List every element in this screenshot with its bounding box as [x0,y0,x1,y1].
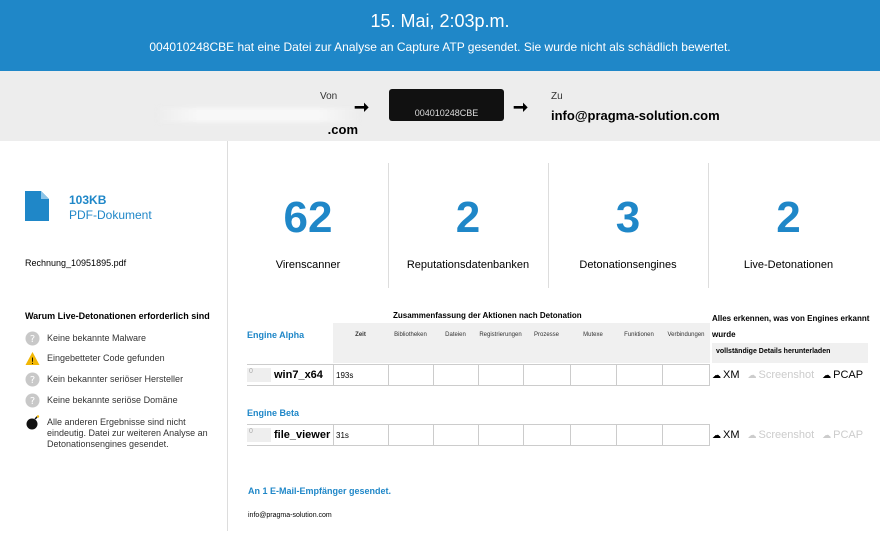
file-type: PDF-Dokument [69,208,152,222]
col-zeit: Zeit [355,332,366,338]
col-funktionen: Funktionen [624,332,654,338]
table-cell [478,365,523,385]
col-registrierungen: Registrierungen [479,332,522,338]
recipient-address: info@pragma-solution.com [248,512,332,519]
table-cell [616,365,662,385]
summary-title: Zusammenfassung der Aktionen nach Detona… [393,311,582,320]
download-xm-link[interactable]: ☁ XM [712,429,740,441]
table-cell [570,365,616,385]
cloud-download-icon: ☁ [712,370,721,380]
engine-time: 31s [333,425,388,445]
cloud-download-icon: ☁ [747,370,757,380]
question-icon: ? [25,393,40,408]
engine-time: 193s [333,365,388,385]
engine-alpha-title: Engine Alpha [247,330,305,340]
svg-text:?: ? [30,375,35,386]
summary-columns-header: Zeit Bibliotheken Dateien Registrierunge… [333,323,710,363]
download-screenshot-link[interactable]: ☁ Screenshot [748,429,815,441]
download-xm-link[interactable]: ☁ XM [712,369,740,381]
table-cell [570,425,616,445]
table-cell [662,365,710,385]
event-date: 15. Mai, 2:03p.m. [370,11,510,31]
warning-icon: ! [25,352,40,366]
reason-item: ? Keine bekannte Malware [25,331,215,346]
download-links-beta: ☁ XM ☁ Screenshot ☁ PCAP [712,429,863,441]
table-cell [388,425,433,445]
engine-env-name: win7_x64 [274,369,323,381]
stat-reputation-dbs: 2 Reputationsdatenbanken [388,163,549,288]
file-panel: 103KB PDF-Dokument Rechnung_10951895.pdf… [0,141,228,531]
table-cell [662,425,710,445]
download-screenshot-link[interactable]: ☁ Screenshot [748,369,815,381]
to-label: Zu [551,91,563,102]
table-cell [388,365,433,385]
redacted-sender [158,107,358,122]
col-bibliotheken: Bibliotheken [394,332,427,338]
document-icon [25,191,49,221]
stats-row: 62 Virenscanner 2 Reputationsdatenbanken… [228,163,880,288]
recipients-sent-title: An 1 E-Mail-Empfänger gesendet. [248,486,392,496]
file-name: Rechnung_10951895.pdf [25,258,127,268]
file-size: 103KB [69,193,107,207]
col-dateien: Dateien [445,332,466,338]
why-title: Warum Live-Detonationen erforderlich sin… [25,311,210,321]
table-cell [523,425,570,445]
svg-text:?: ? [30,334,35,345]
engine-count: 0 [247,428,271,442]
engine-env-name: file_viewer [274,429,331,441]
cloud-download-icon: ☁ [747,430,757,440]
engine-row-alpha: 0 win7_x64 193s [247,364,710,386]
table-cell [433,425,478,445]
engine-beta-title: Engine Beta [247,408,300,418]
download-links-alpha: ☁ XM ☁ Screenshot ☁ PCAP [712,369,863,381]
col-mutexe: Mutexe [583,332,603,338]
svg-text:!: ! [31,357,35,366]
cloud-download-icon: ☁ [712,430,721,440]
download-pcap-link[interactable]: ☁ PCAP [822,369,863,381]
bomb-icon [26,415,40,430]
to-value: info@pragma-solution.com [551,108,720,123]
reason-item: ? Keine bekannte seriöse Domäne [25,393,215,408]
engine-row-beta: 0 file_viewer 31s [247,424,710,446]
cloud-download-icon: ☁ [822,430,832,440]
device-id: 004010248CBE [389,89,504,121]
table-cell [478,425,523,445]
stat-virus-scanners: 62 Virenscanner [228,163,389,288]
reason-item: Alle anderen Ergebnisse sind nicht einde… [25,415,215,450]
table-cell [523,365,570,385]
engine-count: 0 [247,368,271,382]
arrow-right-icon: ➞ [513,97,529,117]
table-cell [433,365,478,385]
reason-item: ? Kein bekannter seriöser Hersteller [25,372,215,387]
question-icon: ? [25,372,40,387]
route-bar: Von .com ➞ 004010248CBE ➞ Zu info@pragma… [0,71,880,141]
from-label: Von [320,91,338,102]
stat-live-detonations: 2 Live-Detonationen [743,193,834,271]
from-value: .com [130,106,358,137]
table-cell [616,425,662,445]
arrow-right-icon: ➞ [354,97,370,117]
event-message: 004010248CBE hat eine Datei zur Analyse … [149,40,731,54]
download-details-label: vollständige Details herunterladen [712,343,868,363]
question-icon: ? [25,331,40,346]
cloud-download-icon: ☁ [822,370,832,380]
detect-title: Alles erkennen, was von Engines erkannt … [712,314,870,339]
col-verbindungen: Verbindungen [667,332,705,338]
reason-item: ! Eingebetteter Code gefunden [25,352,215,366]
svg-text:?: ? [30,396,35,407]
download-pcap-link[interactable]: ☁ PCAP [822,429,863,441]
col-prozesse: Prozesse [533,332,559,338]
notification-header: 15. Mai, 2:03p.m. 004010248CBE hat eine … [0,0,880,71]
stat-detonation-engines: 3 Detonationsengines [548,163,709,288]
